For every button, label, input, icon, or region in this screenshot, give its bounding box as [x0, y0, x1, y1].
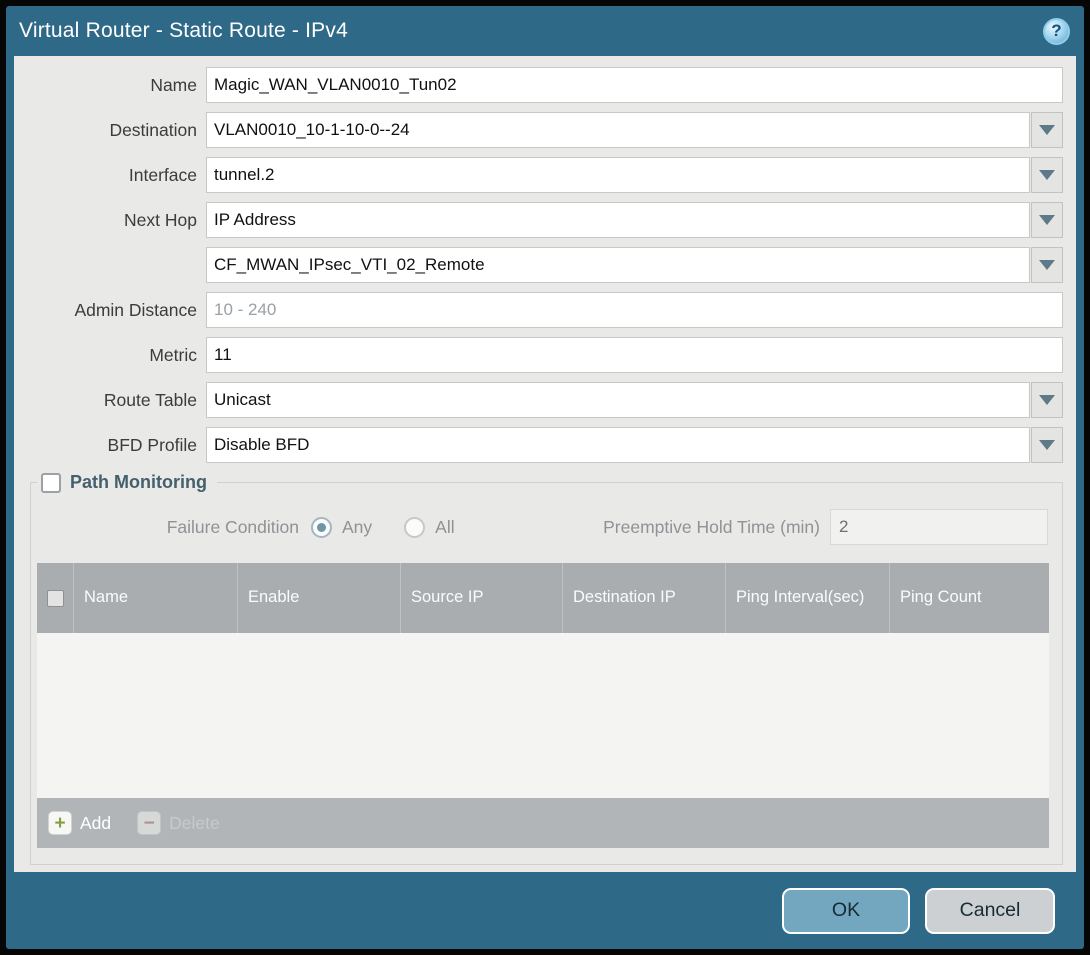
form-row-interface: Interface	[14, 157, 1076, 193]
radio-all-label: All	[435, 517, 454, 538]
interface-dropdown-button[interactable]	[1031, 157, 1063, 193]
route-table-label: Route Table	[14, 390, 206, 411]
delete-button[interactable]: − Delete	[137, 811, 220, 835]
dialog-footer: OK Cancel	[6, 872, 1084, 949]
form-row-bfd-profile: BFD Profile	[14, 427, 1076, 463]
chevron-down-icon	[1039, 440, 1055, 450]
destination-dropdown-button[interactable]	[1031, 112, 1063, 148]
column-header-source-ip[interactable]: Source IP	[400, 563, 562, 633]
column-header-name[interactable]: Name	[73, 563, 237, 633]
failure-condition-option-any[interactable]: Any	[311, 517, 372, 538]
failure-condition-row: Failure Condition Any All Preemptive Hol…	[31, 509, 1062, 545]
column-header-destination-ip[interactable]: Destination IP	[562, 563, 725, 633]
dialog-title: Virtual Router - Static Route - IPv4	[19, 19, 1043, 43]
next-hop-address-input[interactable]	[206, 247, 1030, 283]
select-all-checkbox[interactable]	[47, 590, 64, 607]
interface-label: Interface	[14, 165, 206, 186]
route-table-dropdown-button[interactable]	[1031, 382, 1063, 418]
path-monitoring-checkbox[interactable]	[41, 473, 61, 493]
form-row-destination: Destination	[14, 112, 1076, 148]
column-header-enable[interactable]: Enable	[237, 563, 400, 633]
static-route-dialog: Virtual Router - Static Route - IPv4 ? N…	[6, 6, 1084, 949]
destination-input[interactable]	[206, 112, 1030, 148]
name-label: Name	[14, 75, 206, 96]
failure-condition-option-all[interactable]: All	[404, 517, 454, 538]
ok-button[interactable]: OK	[782, 888, 910, 934]
chevron-down-icon	[1039, 260, 1055, 270]
column-header-ping-count[interactable]: Ping Count	[889, 563, 1049, 633]
path-monitoring-section: Path Monitoring Failure Condition Any Al…	[30, 472, 1063, 865]
destination-label: Destination	[14, 120, 206, 141]
admin-distance-input[interactable]	[206, 292, 1063, 328]
radio-any-icon[interactable]	[311, 517, 332, 538]
form-row-next-hop: Next Hop	[14, 202, 1076, 238]
route-table-input[interactable]	[206, 382, 1030, 418]
chevron-down-icon	[1039, 395, 1055, 405]
admin-distance-label: Admin Distance	[14, 300, 206, 321]
interface-input[interactable]	[206, 157, 1030, 193]
bfd-profile-label: BFD Profile	[14, 435, 206, 456]
dialog-content: Name Destination Interface	[14, 56, 1076, 872]
delete-button-label: Delete	[169, 813, 220, 834]
failure-condition-label: Failure Condition	[31, 517, 311, 538]
form-row-admin-distance: Admin Distance	[14, 292, 1076, 328]
add-button[interactable]: + Add	[48, 811, 111, 835]
add-button-label: Add	[80, 813, 111, 834]
chevron-down-icon	[1039, 170, 1055, 180]
path-monitoring-table: Name Enable Source IP Destination IP Pin…	[37, 563, 1049, 848]
next-hop-type-input[interactable]	[206, 202, 1030, 238]
preemptive-hold-time-label: Preemptive Hold Time (min)	[487, 517, 830, 538]
path-monitoring-title: Path Monitoring	[70, 472, 207, 493]
metric-input[interactable]	[206, 337, 1063, 373]
column-header-ping-interval[interactable]: Ping Interval(sec)	[725, 563, 889, 633]
table-header-select-all	[37, 563, 73, 633]
next-hop-label: Next Hop	[14, 210, 206, 231]
plus-icon: +	[48, 811, 72, 835]
next-hop-address-dropdown-button[interactable]	[1031, 247, 1063, 283]
form-row-next-hop-address	[14, 247, 1076, 283]
dialog-titlebar: Virtual Router - Static Route - IPv4 ?	[6, 6, 1084, 56]
form-row-metric: Metric	[14, 337, 1076, 373]
preemptive-hold-time-input[interactable]	[830, 509, 1048, 545]
radio-all-icon[interactable]	[404, 517, 425, 538]
radio-any-label: Any	[342, 517, 372, 538]
cancel-button[interactable]: Cancel	[925, 888, 1055, 934]
form-row-route-table: Route Table	[14, 382, 1076, 418]
table-body-empty	[37, 633, 1049, 798]
table-toolbar: + Add − Delete	[37, 798, 1049, 848]
screenshot-frame: Virtual Router - Static Route - IPv4 ? N…	[0, 0, 1090, 955]
help-icon[interactable]: ?	[1043, 18, 1070, 45]
chevron-down-icon	[1039, 125, 1055, 135]
table-header: Name Enable Source IP Destination IP Pin…	[37, 563, 1049, 633]
bfd-profile-input[interactable]	[206, 427, 1030, 463]
name-input[interactable]	[206, 67, 1063, 103]
metric-label: Metric	[14, 345, 206, 366]
chevron-down-icon	[1039, 215, 1055, 225]
next-hop-dropdown-button[interactable]	[1031, 202, 1063, 238]
minus-icon: −	[137, 811, 161, 835]
path-monitoring-legend: Path Monitoring	[37, 472, 217, 493]
bfd-profile-dropdown-button[interactable]	[1031, 427, 1063, 463]
form-row-name: Name	[14, 67, 1076, 103]
